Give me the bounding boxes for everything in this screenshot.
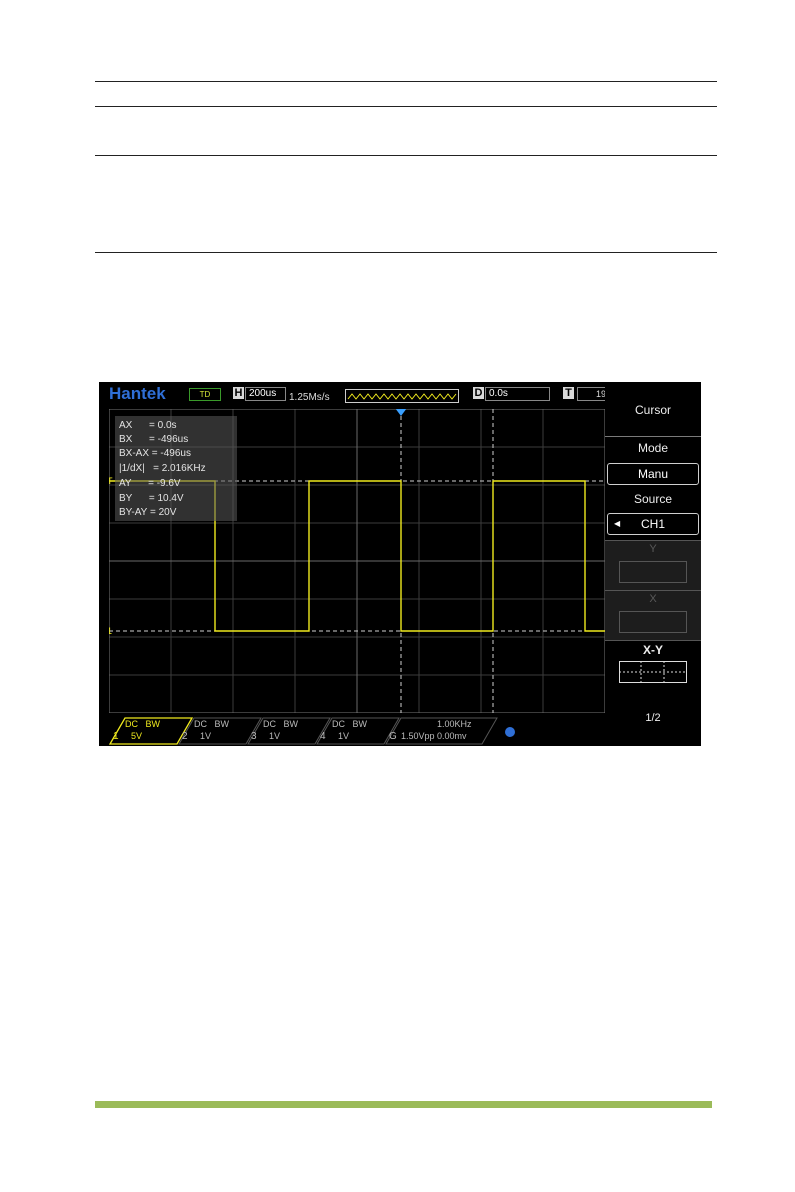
brand-logo: Hantek — [109, 384, 166, 403]
source-select[interactable]: ◀ CH1 — [607, 513, 699, 535]
timebase-value[interactable]: 200us — [245, 387, 286, 401]
ch1-scale: 5V — [131, 731, 143, 741]
y-grid-icon — [619, 561, 687, 583]
ch4-settings[interactable]: DC BW 1V 4 — [318, 718, 398, 744]
x-option-label: X — [649, 593, 657, 605]
trigger-value: 19 — [577, 387, 607, 401]
arrow-left-icon: ◀ — [614, 519, 621, 528]
generator-settings[interactable]: 1.00KHz 1.50Vpp 0.00mv G — [387, 718, 497, 744]
oscilloscope-screenshot: Hantek TD H 200us 1.25Ms/s D 0.0s T 19 1… — [99, 382, 701, 746]
xy-option-label: X-Y — [642, 643, 663, 657]
cursor-measurements-panel: AX = 0.0s BX = -496us BX-AX = -496us |1/… — [115, 416, 237, 521]
measure-ay: AY = -9.6V — [119, 478, 181, 489]
ch1-coupling: DC BW — [125, 719, 160, 729]
ch3-coupling: DC BW — [263, 719, 298, 729]
ch2-settings[interactable]: DC BW 1V 2 — [180, 718, 260, 744]
source-value: CH1 — [640, 517, 665, 531]
trigger-level-marker[interactable]: T — [109, 476, 113, 486]
x-grid-icon — [619, 611, 687, 633]
delay-label: D — [473, 387, 484, 399]
rule-3 — [95, 155, 717, 156]
y-option-label: Y — [649, 543, 657, 555]
y-option-panel[interactable]: Y — [605, 540, 701, 590]
ch2-coupling: DC BW — [194, 719, 229, 729]
trigger-label: T — [563, 387, 574, 399]
xy-option-panel[interactable]: X-Y — [605, 640, 701, 693]
rule-4 — [95, 252, 717, 253]
generator-label: G — [389, 731, 397, 742]
status-bar: Hantek TD H 200us 1.25Ms/s D 0.0s T 19 — [99, 382, 607, 406]
ch2-number: 2 — [182, 731, 188, 742]
memory-waveform-bar — [345, 389, 459, 403]
generator-amp: 1.50Vpp 0.00mv — [401, 731, 467, 741]
mode-label: Mode — [637, 441, 669, 455]
measure-bx-ax: BX-AX = -496us — [119, 448, 191, 459]
rule-2 — [95, 106, 717, 107]
footer-bar — [95, 1101, 712, 1108]
ch4-number: 4 — [320, 731, 326, 742]
trigger-status: TD — [189, 388, 221, 401]
ch4-scale: 1V — [338, 731, 350, 741]
measure-ax: AX = 0.0s — [119, 420, 177, 431]
source-label: Source — [633, 492, 673, 506]
cursor-menu: Cursor Mode Manu Source ◀ CH1 Y X X-Y 1/… — [605, 382, 701, 746]
ch2-scale: 1V — [200, 731, 212, 741]
measure-freq: |1/dX| = 2.016KHz — [119, 463, 206, 474]
ch3-scale: 1V — [269, 731, 281, 741]
horizontal-label: H — [233, 387, 244, 399]
ch3-number: 3 — [251, 731, 257, 742]
measure-bx: BX = -496us — [119, 434, 189, 445]
channel-bar: DC BW 5V 1 DC BW 1V 2 DC BW 1V 3 DC BW 1… — [99, 715, 605, 746]
ch4-coupling: DC BW — [332, 719, 367, 729]
delay-value[interactable]: 0.0s — [485, 387, 550, 401]
menu-divider — [605, 436, 701, 437]
x-option-panel[interactable]: X — [605, 590, 701, 640]
menu-title: Cursor — [634, 403, 671, 417]
ch1-ground-marker[interactable]: 1 — [109, 626, 112, 636]
menu-page-indicator[interactable]: 1/2 — [605, 712, 701, 724]
ch3-settings[interactable]: DC BW 1V 3 — [249, 718, 329, 744]
rule-1 — [95, 81, 717, 82]
memory-wave-icon — [347, 393, 457, 400]
xy-grid-icon — [619, 661, 687, 683]
mode-select[interactable]: Manu — [607, 463, 699, 485]
measure-by-ay: BY-AY = 20V — [119, 507, 177, 518]
measure-by: BY = 10.4V — [119, 493, 184, 504]
ch1-number: 1 — [113, 731, 119, 742]
sample-rate: 1.25Ms/s — [289, 392, 330, 403]
ch1-settings[interactable]: DC BW 5V 1 — [111, 718, 191, 744]
generator-freq: 1.00KHz — [437, 719, 472, 729]
